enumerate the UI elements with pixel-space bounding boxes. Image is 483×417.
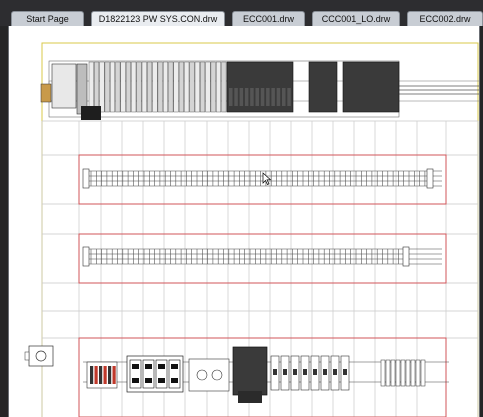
main-disconnect xyxy=(28,345,54,367)
plc-rack-area xyxy=(40,60,479,120)
terminal-strip-2 xyxy=(82,246,442,267)
tab-label: D1822123 PW SYS.CON.drw xyxy=(98,14,218,24)
panel-layout-drawing xyxy=(24,42,479,417)
drive-unit xyxy=(232,346,268,396)
tab-label: ECC001.drw xyxy=(242,14,295,24)
tab-ecc001[interactable]: ECC001.drw xyxy=(232,11,305,26)
tab-ccc001-lo[interactable]: CCC001_LO.drw xyxy=(312,11,400,26)
tab-label: ECC002.drw xyxy=(419,14,471,24)
tab-ecc002[interactable]: ECC002.drw xyxy=(407,11,483,26)
drawing-canvas[interactable] xyxy=(8,26,480,417)
circuit-breaker-row xyxy=(270,355,350,391)
bottom-component-row xyxy=(24,345,449,403)
tab-pw-sys-con[interactable]: D1822123 PW SYS.CON.drw xyxy=(91,11,225,26)
tab-label: Start Page xyxy=(26,14,69,24)
tab-label: CCC001_LO.drw xyxy=(321,14,391,24)
document-tab-bar: Start Page D1822123 PW SYS.CON.drw ECC00… xyxy=(0,0,483,26)
power-supply-module xyxy=(51,63,77,109)
din-rail-frame-2 xyxy=(78,233,447,284)
terminal-strip-1 xyxy=(82,168,442,189)
relay-block xyxy=(188,358,230,392)
tab-start-page[interactable]: Start Page xyxy=(11,11,84,26)
din-rail-frame-1 xyxy=(78,154,447,205)
right-terminal-group xyxy=(380,359,426,387)
mouse-pointer-icon xyxy=(262,172,272,185)
